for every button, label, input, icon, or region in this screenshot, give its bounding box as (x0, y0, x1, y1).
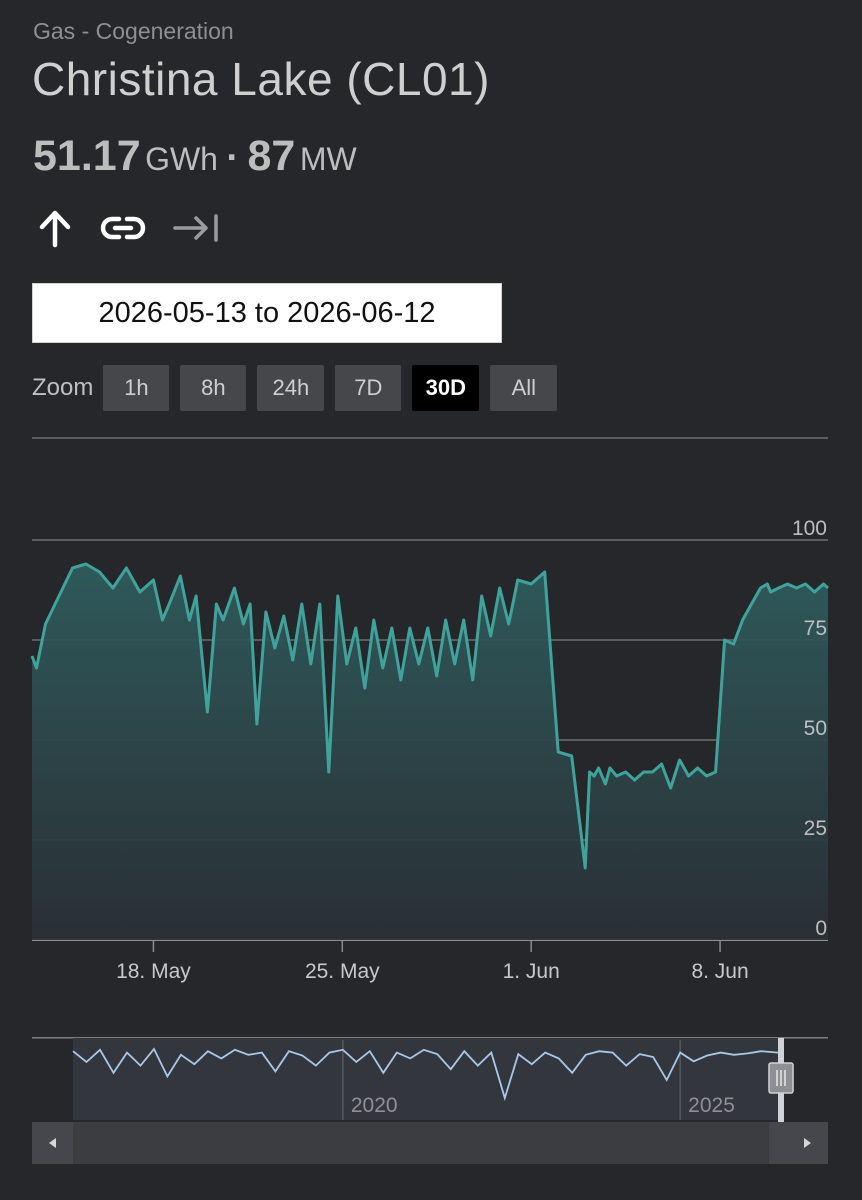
x-tick-label: 1. Jun (503, 960, 560, 983)
page-title: Christina Lake (CL01) (32, 53, 490, 105)
y-tick-label: 100 (792, 517, 827, 540)
y-tick-label: 0 (815, 917, 827, 940)
x-tick-label: 18. May (116, 960, 191, 983)
power-unit: MW (299, 141, 357, 177)
navigator-tick-label: 2025 (688, 1094, 735, 1117)
y-tick-label: 50 (804, 717, 827, 740)
power-value: 87 (247, 132, 296, 180)
zoom-24h-button[interactable]: 24h (257, 365, 325, 411)
stats-separator: · (226, 137, 240, 179)
navigator-tick-label: 2020 (351, 1094, 398, 1117)
navigator[interactable]: 2020 2025 (0, 1030, 862, 1170)
x-tick-label: 25. May (305, 960, 380, 983)
zoom-1h-button[interactable]: 1h (103, 365, 170, 411)
date-range-input[interactable]: 2026-05-13 to 2026-06-12 (32, 283, 502, 343)
energy-unit: GWh (145, 141, 218, 177)
y-tick-label: 25 (804, 817, 827, 840)
area-fill (32, 564, 828, 940)
arrow-up-icon[interactable] (36, 208, 74, 248)
zoom-8h-button[interactable]: 8h (180, 365, 247, 411)
zoom-bar: Zoom 1h 8h 24h 7D 30D All (32, 365, 568, 411)
collapse-right-icon[interactable] (172, 213, 220, 243)
category-label: Gas - Cogeneration (33, 18, 234, 44)
zoom-all-button[interactable]: All (490, 365, 558, 411)
main-chart[interactable]: 0 25 50 75 100 18. May 25. May 1. Jun 8. Jun (0, 500, 862, 990)
y-tick-label: 75 (804, 617, 827, 640)
zoom-7d-button[interactable]: 7D (335, 365, 402, 411)
scrollbar-thumb[interactable] (73, 1122, 769, 1164)
zoom-30d-button[interactable]: 30D (412, 365, 480, 411)
navigator-handle[interactable] (768, 1062, 794, 1094)
summary-stats: 51.17 GWh · 87 MW (33, 132, 357, 181)
zoom-label: Zoom (32, 374, 94, 401)
x-tick-label: 8. Jun (691, 960, 748, 983)
divider (32, 437, 828, 439)
action-icons (36, 206, 220, 250)
link-icon[interactable] (100, 213, 146, 243)
energy-value: 51.17 (33, 132, 141, 180)
